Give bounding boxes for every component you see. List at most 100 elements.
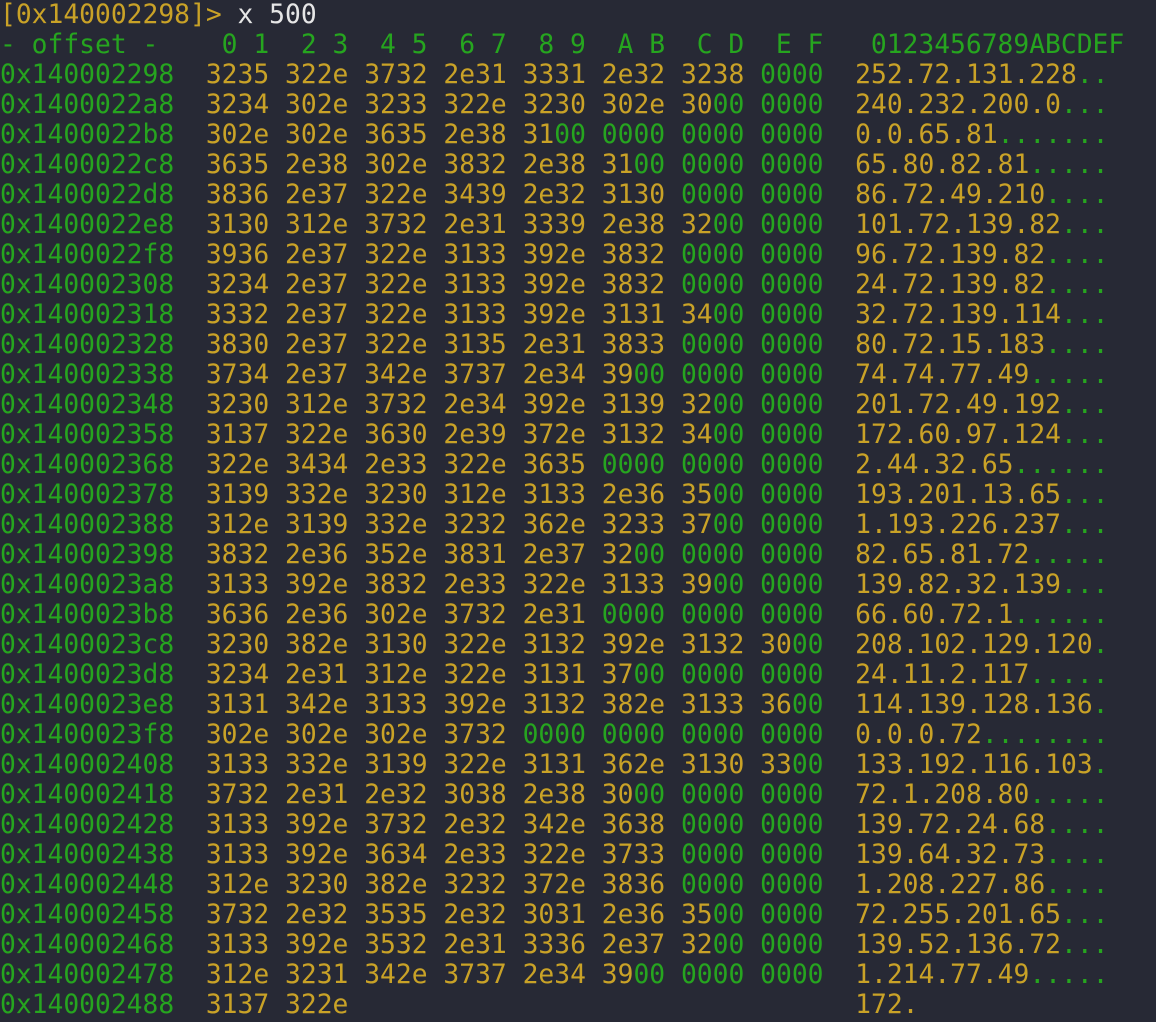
hex-byte: 2e: [364, 450, 396, 480]
terminal[interactable]: [0x140002298]> x 500 - offset - 0 1 2 3 …: [0, 0, 1156, 1020]
ascii-null: ........: [981, 720, 1109, 750]
ascii-null: .....: [1029, 540, 1109, 570]
hex-byte: 33: [364, 510, 396, 540]
hex-byte: 00: [680, 660, 713, 690]
hex-word: 3500: [681, 900, 744, 930]
hex-byte: 33: [395, 690, 428, 720]
hex-word: 2e38: [523, 780, 586, 810]
row-offset: 0x140002488: [0, 990, 175, 1020]
row-offset: 0x1400023d8: [0, 660, 175, 690]
hex-word: 382e: [285, 630, 348, 660]
row-offset: 0x1400023e8: [0, 690, 175, 720]
ascii-text: 80.72.15.183: [855, 330, 1046, 360]
hex-word: 322e: [364, 300, 427, 330]
hex-byte: 31: [680, 630, 713, 660]
hex-word: 3900: [681, 570, 744, 600]
hex-word: 302e: [206, 120, 269, 150]
hex-word: 2e36: [602, 480, 665, 510]
hex-byte: 00: [791, 540, 824, 570]
hex-byte: 2e: [316, 480, 349, 510]
hexdump-row: 0x140002438 3133 392e 3634 2e33 322e 373…: [0, 840, 1156, 870]
ascii-null: .....: [1029, 660, 1109, 690]
offset-header: - offset -: [0, 30, 159, 60]
hex-byte: 2e: [285, 150, 317, 180]
hex-word: 2e31: [285, 780, 348, 810]
row-ascii: 2.44.32.65......: [855, 450, 1108, 480]
hex-byte: 37: [237, 420, 270, 450]
hex-word: 3400: [681, 300, 744, 330]
hexdump-row: 0x140002298 3235 322e 3732 2e31 3331 2e3…: [0, 60, 1156, 90]
hex-byte: 37: [554, 540, 586, 570]
hex-word: 312e: [206, 510, 269, 540]
hex-word: 3132: [602, 420, 665, 450]
hex-word: 2e31: [443, 210, 506, 240]
row-ascii: 172.60.97.124...: [855, 420, 1108, 450]
hex-byte: 2e: [285, 600, 317, 630]
hex-word: 392e: [285, 810, 348, 840]
hex-byte: 38: [205, 180, 238, 210]
hex-byte: 00: [760, 780, 792, 810]
hex-byte: 30: [395, 480, 428, 510]
row-offset: 0x140002358: [0, 420, 175, 450]
hex-byte: 31: [554, 60, 586, 90]
ascii-null: ...: [1061, 90, 1109, 120]
hex-byte: 2e: [285, 240, 317, 270]
hex-byte: 31: [316, 780, 349, 810]
row-offset: 0x140002428: [0, 810, 175, 840]
hex-byte: 2e: [475, 660, 507, 690]
hex-word: 0000: [760, 90, 823, 120]
hex-byte: 2e: [601, 480, 634, 510]
hex-byte: 30: [633, 180, 666, 210]
hex-byte: 31: [443, 330, 476, 360]
hex-byte: 32: [475, 810, 507, 840]
hex-byte: 32: [205, 660, 238, 690]
hex-byte: 00: [760, 390, 792, 420]
row-ascii: 193.201.13.65...: [855, 480, 1108, 510]
hex-byte: 00: [760, 840, 792, 870]
column-header: 2 3: [300, 30, 381, 60]
hex-word: 3135: [443, 330, 506, 360]
hex-byte: 32: [522, 840, 555, 870]
hex-byte: 2e: [237, 450, 270, 480]
hex-byte: 31: [554, 750, 586, 780]
hex-byte: 32: [285, 60, 317, 90]
hex-word: 2e31: [523, 600, 586, 630]
hex-byte: 00: [791, 660, 824, 690]
row-offset: 0x140002298: [0, 60, 175, 90]
row-offset: 0x140002368: [0, 450, 175, 480]
hexdump-row: 0x1400023c8 3230 382e 3130 322e 3132 392…: [0, 630, 1156, 660]
hex-byte: 32: [364, 240, 396, 270]
hex-word: 3832: [443, 150, 506, 180]
hex-word: 0000: [760, 480, 823, 510]
hex-word: 0000: [681, 840, 744, 870]
hex-byte: 32: [633, 60, 666, 90]
hex-byte: 00: [760, 930, 792, 960]
hex-word: 0000: [602, 600, 665, 630]
hexdump-row: 0x140002398 3832 2e36 352e 3831 2e37 320…: [0, 540, 1156, 570]
row-offset: 0x1400022f8: [0, 240, 175, 270]
hex-byte: 30: [237, 390, 270, 420]
hex-byte: 31: [443, 270, 476, 300]
hex-word: 0000: [681, 450, 744, 480]
hex-byte: 37: [364, 390, 396, 420]
hex-byte: 2e: [316, 990, 349, 1020]
row-ascii: 133.192.116.103.: [855, 750, 1108, 780]
hex-word: 3200: [681, 390, 744, 420]
hex-byte: 2e: [316, 690, 349, 720]
hex-byte: 00: [791, 840, 824, 870]
hex-byte: 33: [237, 570, 270, 600]
hex-byte: 00: [554, 720, 586, 750]
hex-byte: 2e: [237, 120, 270, 150]
hex-word: 392e: [443, 690, 506, 720]
hex-word: 322e: [364, 180, 427, 210]
hex-byte: 00: [633, 360, 666, 390]
hex-byte: 2e: [316, 750, 349, 780]
ascii-text: 208.102.129.120: [855, 630, 1093, 660]
hex-word: 3732: [364, 390, 427, 420]
hex-word: 3230: [285, 870, 348, 900]
hexdump-row: 0x140002308 3234 2e37 322e 3133 392e 383…: [0, 270, 1156, 300]
hex-byte: 30: [285, 720, 317, 750]
row-offset: 0x1400023b8: [0, 600, 175, 630]
hex-byte: 32: [443, 510, 476, 540]
hex-word: 3139: [285, 510, 348, 540]
